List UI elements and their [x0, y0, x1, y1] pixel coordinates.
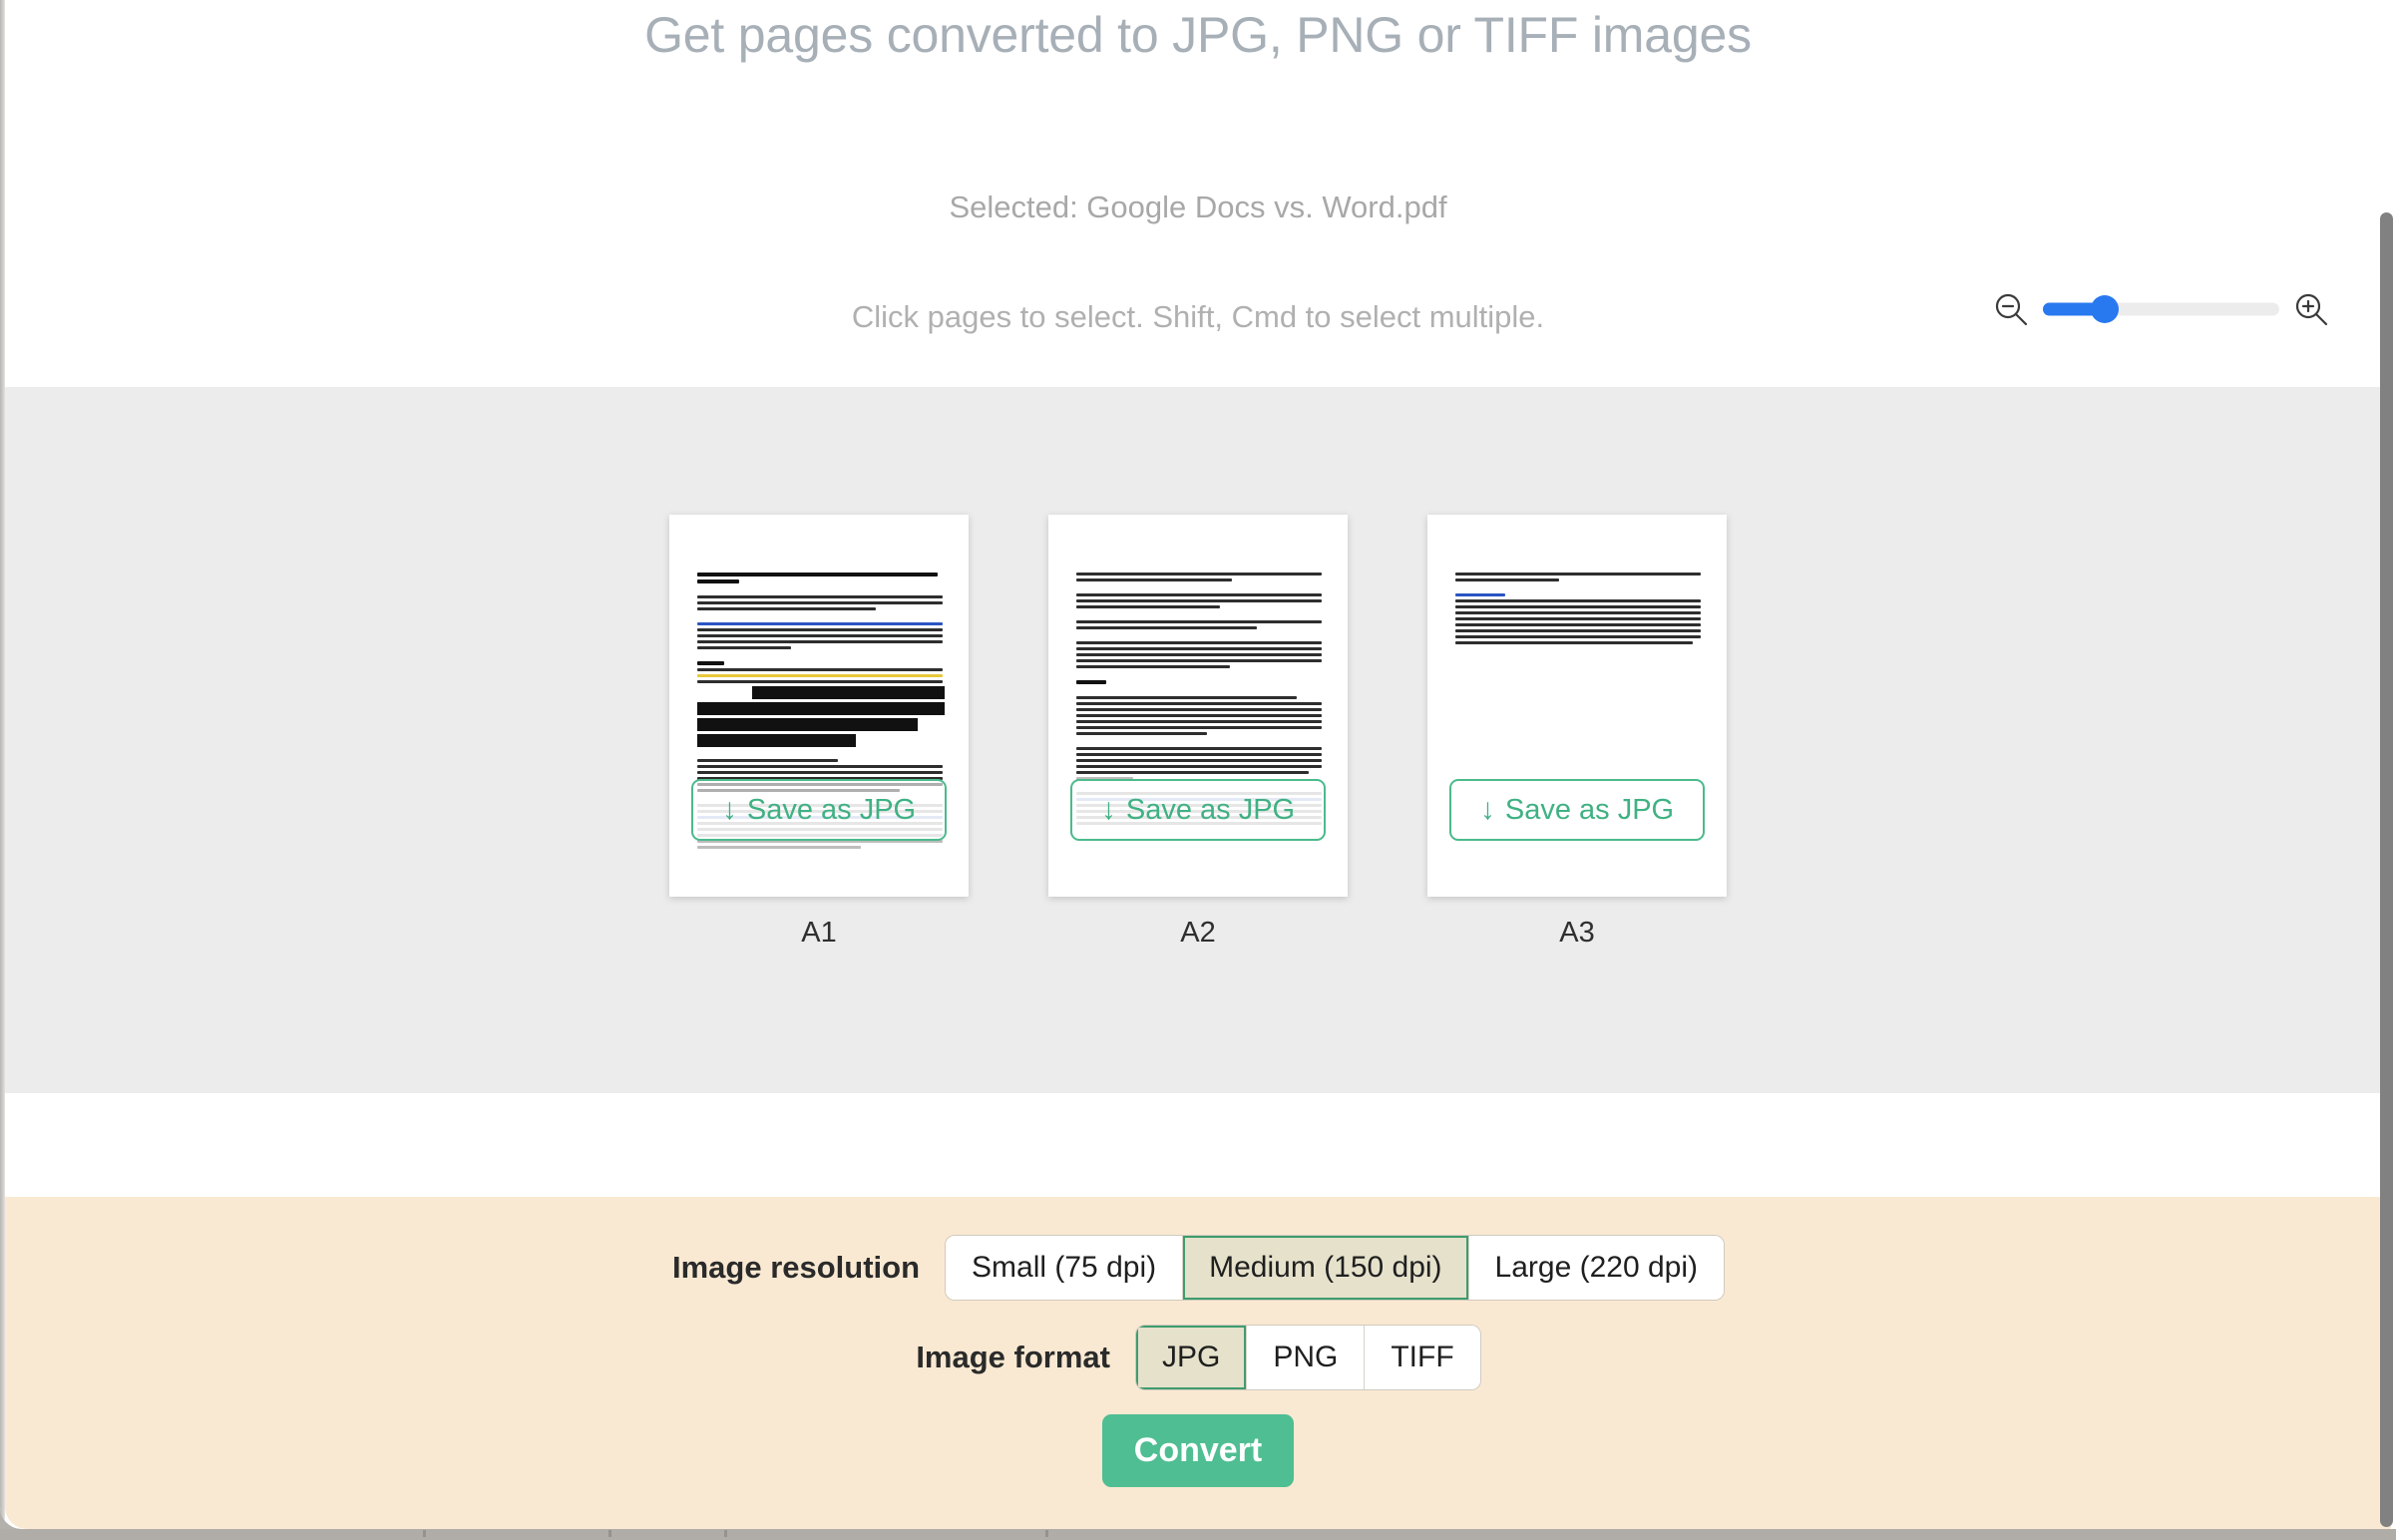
zoom-slider[interactable] — [2043, 295, 2279, 323]
page-thumbnails-area: ↓ Save as JPG A1 ↓ Save as JPG A2 ↓ Save… — [5, 387, 2391, 1093]
page-thumbnail-cell[interactable]: ↓ Save as JPG A2 — [1047, 515, 1349, 950]
page-preview-card[interactable]: ↓ Save as JPG — [1048, 515, 1348, 897]
page-label: A1 — [801, 917, 837, 949]
format-option-png[interactable]: PNG — [1247, 1326, 1366, 1389]
resolution-option-small[interactable]: Small (75 dpi) — [946, 1236, 1184, 1300]
image-format-label: Image format — [916, 1340, 1110, 1374]
app-window: Get pages converted to JPG, PNG or TIFF … — [0, 0, 2396, 1529]
save-as-image-button[interactable]: ↓ Save as JPG — [1449, 779, 1705, 841]
magnifier-minus-icon[interactable] — [1993, 291, 2029, 327]
vertical-scrollbar[interactable] — [2380, 0, 2396, 1529]
page-thumbnail-cell[interactable]: ↓ Save as JPG A1 — [668, 515, 970, 950]
format-option-jpg[interactable]: JPG — [1135, 1326, 1248, 1389]
download-arrow-icon: ↓ — [1479, 793, 1495, 826]
desktop-dock-strip — [0, 1529, 2396, 1540]
save-button-label: Save as JPG — [1504, 793, 1675, 826]
image-format-group: JPG PNG TIFF — [1135, 1326, 1480, 1389]
page-thumbnails-row: ↓ Save as JPG A1 ↓ Save as JPG A2 ↓ Save… — [5, 387, 2391, 1093]
selected-file-label: Selected: Google Docs vs. Word.pdf — [949, 190, 1447, 224]
save-button-label: Save as JPG — [746, 793, 917, 826]
scrollbar-thumb[interactable] — [2380, 212, 2393, 1527]
content-spacer — [5, 1093, 2391, 1197]
zoom-slider-thumb[interactable] — [2091, 295, 2120, 323]
header-section: Get pages converted to JPG, PNG or TIFF … — [5, 0, 2391, 387]
image-format-row: Image format JPG PNG TIFF — [5, 1326, 2391, 1389]
download-arrow-icon: ↓ — [721, 793, 737, 826]
magnifier-plus-icon[interactable] — [2293, 291, 2329, 327]
convert-button[interactable]: Convert — [1102, 1414, 1294, 1487]
export-options-panel: Image resolution Small (75 dpi) Medium (… — [5, 1197, 2391, 1529]
page-title: Get pages converted to JPG, PNG or TIFF … — [644, 7, 1752, 63]
save-as-image-button[interactable]: ↓ Save as JPG — [1070, 779, 1326, 841]
page-preview-card[interactable]: ↓ Save as JPG — [669, 515, 969, 897]
image-resolution-row: Image resolution Small (75 dpi) Medium (… — [5, 1236, 2391, 1300]
page-preview-card[interactable]: ↓ Save as JPG — [1427, 515, 1727, 897]
convert-row: Convert — [5, 1414, 2391, 1487]
save-button-label: Save as JPG — [1125, 793, 1296, 826]
image-resolution-label: Image resolution — [671, 1250, 921, 1285]
page-label: A3 — [1559, 917, 1595, 949]
save-as-image-button[interactable]: ↓ Save as JPG — [691, 779, 947, 841]
image-resolution-group: Small (75 dpi) Medium (150 dpi) Large (2… — [946, 1236, 1725, 1300]
format-option-tiff[interactable]: TIFF — [1365, 1326, 1480, 1389]
page-thumbnail-cell[interactable]: ↓ Save as JPG A3 — [1426, 515, 1728, 950]
resolution-option-medium[interactable]: Medium (150 dpi) — [1183, 1236, 1469, 1300]
window-left-border — [0, 0, 5, 1529]
resolution-option-large[interactable]: Large (220 dpi) — [1468, 1236, 1725, 1300]
zoom-control — [1993, 291, 2329, 327]
page-label: A2 — [1180, 917, 1216, 949]
download-arrow-icon: ↓ — [1100, 793, 1116, 826]
